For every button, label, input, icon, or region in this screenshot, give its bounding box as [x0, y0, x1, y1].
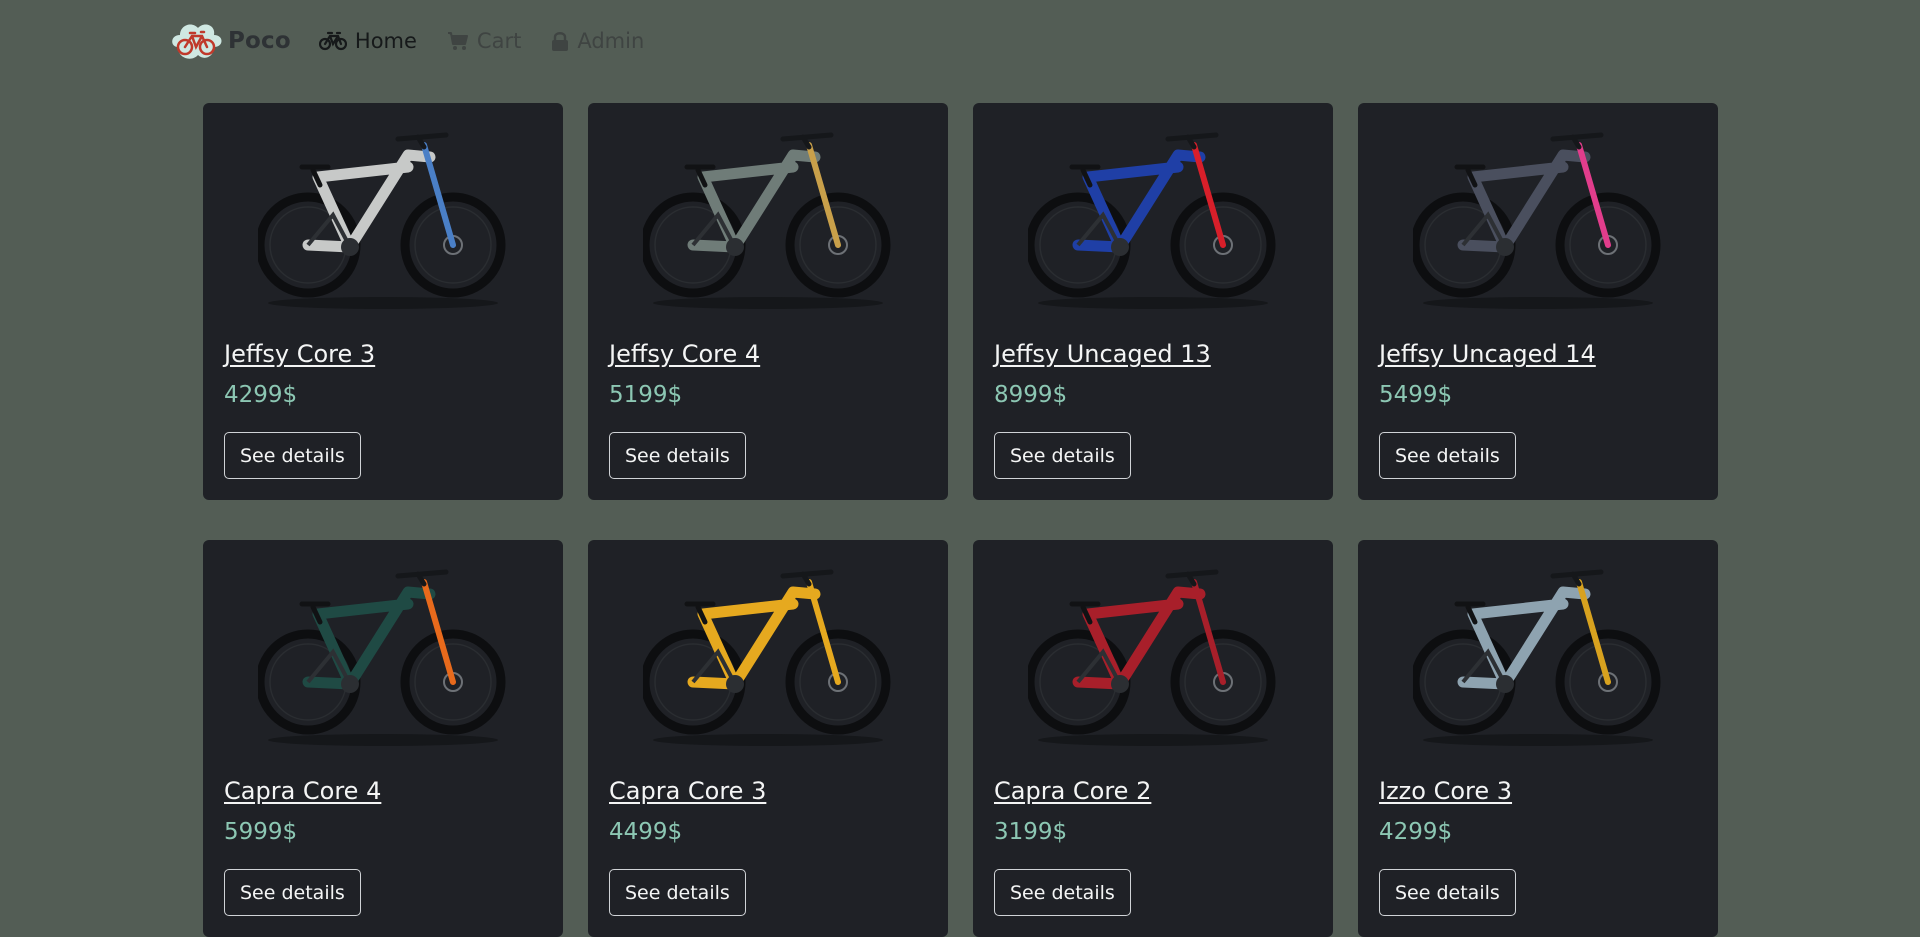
product-image[interactable] — [643, 115, 893, 315]
nav-admin-link[interactable]: Admin — [551, 29, 644, 53]
product-title-link[interactable]: Izzo Core 3 — [1379, 777, 1512, 805]
product-title-link[interactable]: Capra Core 4 — [224, 777, 381, 805]
navbar: Poco Home Cart Admin — [168, 18, 644, 64]
product-price: 5999$ — [224, 819, 298, 845]
cart-icon — [447, 32, 468, 50]
product-image[interactable] — [1028, 552, 1278, 752]
product-price: 4499$ — [609, 819, 683, 845]
product-card: Jeffsy Uncaged 13 8999$ See details — [973, 103, 1333, 500]
bicycle-icon — [318, 31, 347, 51]
product-card: Jeffsy Core 3 4299$ See details — [203, 103, 563, 500]
product-title-link[interactable]: Jeffsy Uncaged 14 — [1379, 340, 1596, 368]
see-details-button[interactable]: See details — [994, 432, 1131, 479]
nav-cart-label: Cart — [476, 29, 522, 53]
see-details-button[interactable]: See details — [994, 869, 1131, 916]
bike-logo-icon — [172, 24, 222, 59]
product-card: Capra Core 3 4499$ See details — [588, 540, 948, 937]
see-details-button[interactable]: See details — [224, 869, 361, 916]
product-title-link[interactable]: Capra Core 3 — [609, 777, 766, 805]
nav-cart-link[interactable]: Cart — [447, 29, 521, 53]
product-price: 4299$ — [224, 382, 298, 408]
product-card: Capra Core 2 3199$ See details — [973, 540, 1333, 937]
product-card: Jeffsy Uncaged 14 5499$ See details — [1358, 103, 1718, 500]
product-price: 5499$ — [1379, 382, 1453, 408]
see-details-button[interactable]: See details — [609, 432, 746, 479]
product-price: 3199$ — [994, 819, 1068, 845]
brand-link[interactable]: Poco — [168, 17, 291, 65]
product-title-link[interactable]: Capra Core 2 — [994, 777, 1151, 805]
product-title-link[interactable]: Jeffsy Uncaged 13 — [994, 340, 1211, 368]
product-title-link[interactable]: Jeffsy Core 3 — [224, 340, 375, 368]
product-card: Capra Core 4 5999$ See details — [203, 540, 563, 937]
lock-icon — [552, 31, 569, 51]
nav-admin-label: Admin — [577, 29, 645, 53]
product-image[interactable] — [1028, 115, 1278, 315]
product-image[interactable] — [1413, 115, 1663, 315]
product-grid: Jeffsy Core 3 4299$ See details Jeffsy C… — [203, 103, 1718, 937]
brand-name: Poco — [228, 28, 291, 54]
product-price: 8999$ — [994, 382, 1068, 408]
product-title-link[interactable]: Jeffsy Core 4 — [609, 340, 760, 368]
product-image[interactable] — [258, 115, 508, 315]
see-details-button[interactable]: See details — [1379, 432, 1516, 479]
product-image[interactable] — [643, 552, 893, 752]
nav-home-label: Home — [354, 29, 417, 53]
see-details-button[interactable]: See details — [224, 432, 361, 479]
product-price: 4299$ — [1379, 819, 1453, 845]
product-image[interactable] — [1413, 552, 1663, 752]
nav-home-link[interactable]: Home — [318, 29, 417, 53]
product-card: Izzo Core 3 4299$ See details — [1358, 540, 1718, 937]
product-price: 5199$ — [609, 382, 683, 408]
see-details-button[interactable]: See details — [1379, 869, 1516, 916]
product-image[interactable] — [258, 552, 508, 752]
product-card: Jeffsy Core 4 5199$ See details — [588, 103, 948, 500]
see-details-button[interactable]: See details — [609, 869, 746, 916]
